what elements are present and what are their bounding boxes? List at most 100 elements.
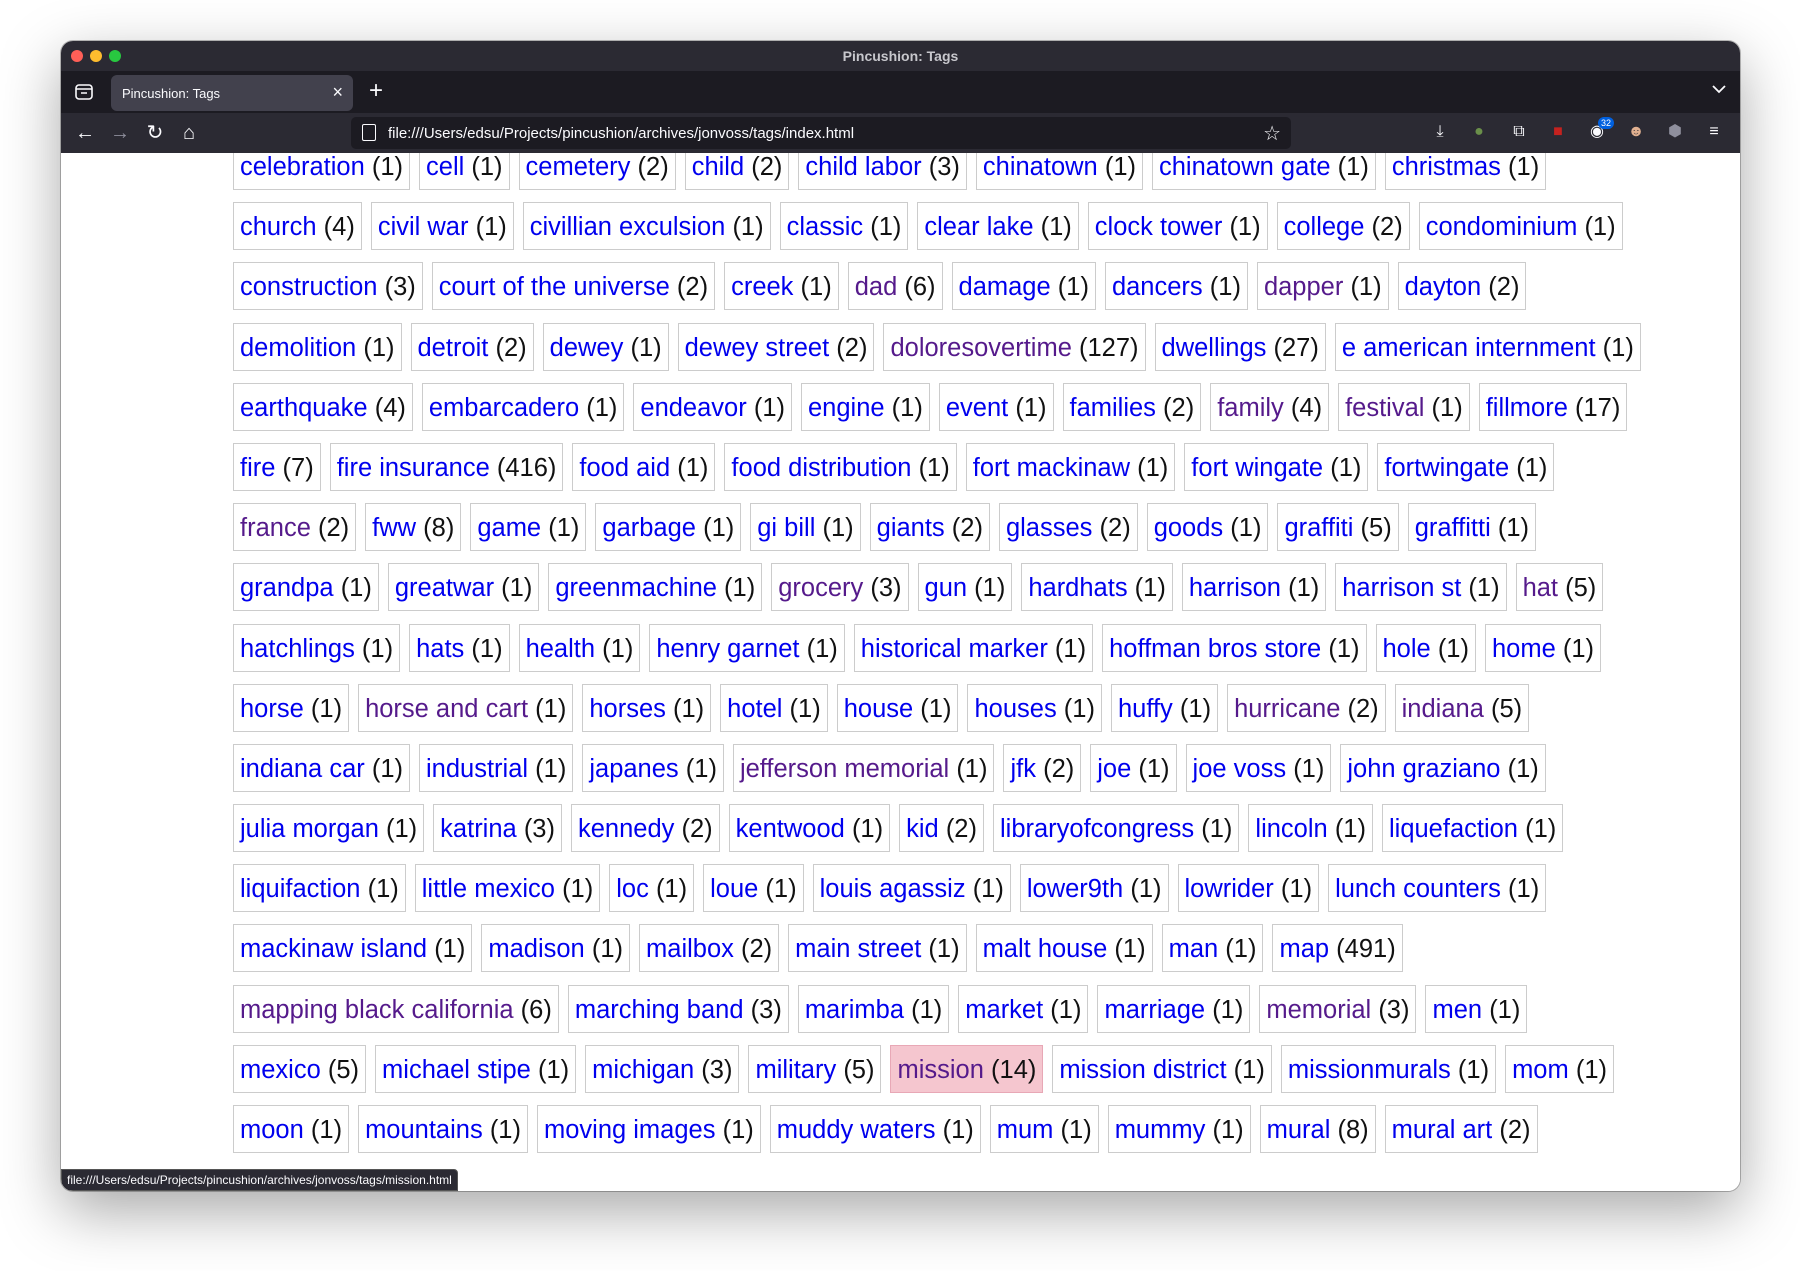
tag-link[interactable]: fire insurance (337, 454, 490, 482)
tag-link[interactable]: fortwingate (1384, 454, 1509, 482)
tag-link[interactable]: harrison (1189, 574, 1281, 602)
tag-link[interactable]: houses (974, 695, 1056, 723)
tag-link[interactable]: christmas (1392, 153, 1501, 181)
tab-overview-icon[interactable] (73, 81, 95, 103)
tag-link[interactable]: military (755, 1056, 836, 1084)
tag-link[interactable]: fort mackinaw (973, 454, 1130, 482)
tag-link[interactable]: hotel (727, 695, 782, 723)
tag-link[interactable]: festival (1345, 394, 1424, 422)
ublock-icon[interactable]: ■ (1547, 121, 1569, 143)
tag-link[interactable]: joe voss (1193, 755, 1287, 783)
tag-link[interactable]: clear lake (924, 213, 1033, 241)
tag-link[interactable]: clock tower (1095, 213, 1223, 241)
tag-link[interactable]: hurricane (1234, 695, 1340, 723)
tag-link[interactable]: college (1284, 213, 1365, 241)
tag-link[interactable]: doloresovertime (890, 334, 1071, 362)
tag-link[interactable]: families (1070, 394, 1156, 422)
tag-link[interactable]: goods (1154, 514, 1223, 542)
profile-extension-icon[interactable]: ☻ (1625, 121, 1647, 143)
tag-link[interactable]: moving images (544, 1116, 716, 1144)
tag-link[interactable]: lower9th (1027, 875, 1123, 903)
tag-link[interactable]: kennedy (578, 815, 674, 843)
tag-link[interactable]: glasses (1006, 514, 1092, 542)
tag-link[interactable]: health (526, 635, 595, 663)
close-tab-icon[interactable]: × (332, 82, 343, 103)
tag-link[interactable]: classic (787, 213, 864, 241)
tag-link[interactable]: historical marker (861, 635, 1048, 663)
tag-link[interactable]: katrina (440, 815, 517, 843)
tag-link[interactable]: horse and cart (365, 695, 528, 723)
privacy-extension-icon[interactable]: ◉ 32 (1586, 117, 1614, 143)
tag-link[interactable]: map (1279, 935, 1329, 963)
tag-link[interactable]: julia morgan (240, 815, 379, 843)
tag-link[interactable]: engine (808, 394, 885, 422)
tag-link[interactable]: cemetery (526, 153, 631, 181)
tag-link[interactable]: mexico (240, 1056, 321, 1084)
extension-icon[interactable]: ● (1468, 121, 1490, 143)
tag-link[interactable]: mountains (365, 1116, 483, 1144)
tag-link[interactable]: dayton (1405, 273, 1482, 301)
tag-link[interactable]: gi bill (757, 514, 815, 542)
tag-link[interactable]: demolition (240, 334, 356, 362)
tag-link[interactable]: condominium (1426, 213, 1578, 241)
tag-link[interactable]: michael stipe (382, 1056, 531, 1084)
forward-icon[interactable]: → (108, 121, 132, 145)
extensions-puzzle-icon[interactable]: ⧉ (1508, 121, 1530, 143)
tag-link[interactable]: grandpa (240, 574, 334, 602)
tag-link[interactable]: house (844, 695, 913, 723)
tag-link[interactable]: fire (240, 454, 275, 482)
tag-link[interactable]: mackinaw island (240, 935, 427, 963)
tag-link[interactable]: child (692, 153, 744, 181)
tag-link[interactable]: mural (1267, 1116, 1331, 1144)
tag-link[interactable]: embarcadero (429, 394, 579, 422)
tag-link[interactable]: france (240, 514, 311, 542)
tag-link[interactable]: loc (616, 875, 649, 903)
tag-link[interactable]: horses (589, 695, 666, 723)
tag-link[interactable]: court of the universe (439, 273, 670, 301)
tag-link[interactable]: marching band (575, 996, 744, 1024)
tag-link[interactable]: mural art (1392, 1116, 1493, 1144)
tag-link[interactable]: civillian exculsion (530, 213, 726, 241)
tag-link[interactable]: jfk (1010, 755, 1036, 783)
tag-link[interactable]: construction (240, 273, 378, 301)
tag-link[interactable]: john graziano (1347, 755, 1500, 783)
tag-link[interactable]: event (946, 394, 1008, 422)
tag-link[interactable]: civil war (378, 213, 469, 241)
tag-link[interactable]: chinatown (983, 153, 1098, 181)
tag-link[interactable]: food distribution (731, 454, 911, 482)
reload-icon[interactable]: ↻ (143, 121, 167, 145)
tag-link[interactable]: home (1492, 635, 1556, 663)
tag-link[interactable]: fww (372, 514, 416, 542)
tag-link[interactable]: japanes (589, 755, 678, 783)
tag-link[interactable]: industrial (426, 755, 528, 783)
tag-link[interactable]: hats (416, 635, 464, 663)
tag-link[interactable]: man (1169, 935, 1219, 963)
tag-link[interactable]: hatchlings (240, 635, 355, 663)
tag-link[interactable]: mission (897, 1056, 983, 1084)
tag-link[interactable]: detroit (418, 334, 489, 362)
tag-link[interactable]: memorial (1266, 996, 1371, 1024)
tag-link[interactable]: lincoln (1255, 815, 1327, 843)
tag-link[interactable]: little mexico (422, 875, 555, 903)
tag-link[interactable]: garbage (602, 514, 696, 542)
tag-link[interactable]: mapping black california (240, 996, 514, 1024)
tag-link[interactable]: mission district (1059, 1056, 1226, 1084)
tag-link[interactable]: dapper (1264, 273, 1343, 301)
tag-link[interactable]: libraryofcongress (1000, 815, 1194, 843)
tag-link[interactable]: church (240, 213, 317, 241)
tag-link[interactable]: celebration (240, 153, 365, 181)
tag-link[interactable]: earthquake (240, 394, 368, 422)
tag-link[interactable]: indiana car (240, 755, 365, 783)
tag-link[interactable]: food aid (579, 454, 670, 482)
tag-link[interactable]: jefferson memorial (740, 755, 949, 783)
menu-icon[interactable]: ≡ (1703, 121, 1725, 143)
tag-link[interactable]: men (1432, 996, 1482, 1024)
tag-link[interactable]: greenmachine (555, 574, 717, 602)
tag-link[interactable]: mom (1512, 1056, 1569, 1084)
tag-link[interactable]: lowrider (1185, 875, 1274, 903)
tag-link[interactable]: dad (855, 273, 898, 301)
tag-link[interactable]: mum (997, 1116, 1054, 1144)
tag-link[interactable]: dancers (1112, 273, 1203, 301)
tag-link[interactable]: harrison st (1342, 574, 1461, 602)
tag-link[interactable]: graffiti (1284, 514, 1353, 542)
